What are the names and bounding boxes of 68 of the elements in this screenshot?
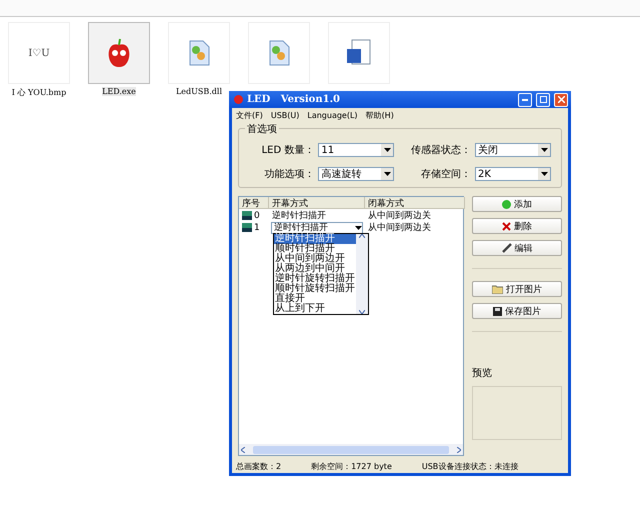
maximize-button[interactable] [536,92,550,106]
status-text: 剩余空间：1727 byte [311,460,392,472]
close-icon [558,96,564,103]
app-icon [234,95,243,104]
table-cell: 1 [239,222,269,232]
scroll-left-icon[interactable] [241,446,245,452]
field-label: LED 数量： [260,144,314,157]
caret-icon [355,226,362,230]
column-header[interactable]: 开幕方式 [269,197,365,209]
minimize-icon [522,98,528,100]
gear-file-icon [268,40,290,66]
file-thumbnail[interactable] [88,22,150,84]
close-icon [502,222,511,230]
floppy-icon [493,306,502,316]
menu-item[interactable]: 文件(F) [236,110,263,120]
status-text: USB设备连接状态：未连接 [422,460,518,472]
scroll-right-icon[interactable] [457,446,461,452]
column-header[interactable]: 闭幕方式 [365,197,465,209]
table-cell: 0 [239,210,269,220]
dropdown-option[interactable]: 逆时针旋转扫描开 [274,274,356,284]
vertical-scrollbar[interactable] [356,234,368,314]
file-thumbnail[interactable]: I♡U [8,22,70,84]
dropdown[interactable]: 11 [318,143,394,157]
caret-icon [384,172,391,176]
dropdown[interactable]: 关闭 [475,143,551,157]
field-label: 功能选项： [263,168,314,181]
thumbnail-text: I♡U [28,48,50,58]
group-title: 首选项 [245,122,279,136]
close-button[interactable] [554,92,568,106]
caret-icon [384,148,391,152]
plus-icon [502,200,511,208]
toolbar-button[interactable]: 编辑 [472,240,562,256]
preview-label: 预览 [472,367,493,380]
scroll-down-icon[interactable] [359,310,365,314]
toolbar-button[interactable]: 删除 [472,218,562,234]
file-name[interactable]: I 心 YOU.bmp [12,87,66,98]
dropdown[interactable]: 2K [475,167,551,181]
file-name[interactable]: LED.exe [102,87,136,96]
caret-icon [540,172,548,176]
window-title: LED Version1.0 [247,94,342,105]
menu-item[interactable]: Language(L) [307,110,358,120]
document-icon [346,39,372,67]
menu-item[interactable]: 帮助(H) [366,110,394,120]
toolbar-button[interactable]: 打开图片 [472,281,562,297]
table-cell-text: 从中间到两边关 [367,210,432,222]
file-name[interactable]: LedUSB.dll [176,87,222,96]
gear-file-icon [188,40,210,66]
scroll-up-icon[interactable] [359,234,365,238]
table-cell-text: 从中间到两边关 [367,222,432,234]
toolbar-button[interactable]: 添加 [472,196,562,212]
pencil-icon [502,243,512,253]
field-label: 存储空间： [420,168,471,181]
folder-icon [492,284,503,294]
status-text: 总画案数：2 [236,460,282,472]
field-label: 传感器状态： [410,144,471,157]
minimize-button[interactable] [518,92,532,106]
image-icon [242,211,252,220]
maximize-icon [540,96,546,103]
table-cell-text: 逆时针扫描开 [271,210,327,222]
column-header[interactable]: 序号 [239,197,269,209]
toolbar-button[interactable]: 保存图片 [472,303,562,319]
dropdown-option[interactable]: 逆时针扫描开 [274,234,356,244]
image-icon [242,223,252,232]
horizontal-scrollbar[interactable] [239,444,463,455]
menu-item[interactable]: USB(U) [270,110,300,120]
dropdown[interactable]: 高速旋转 [318,167,394,181]
caret-icon [540,148,548,152]
dropdown-option[interactable]: 顺时针旋转扫描开 [274,284,356,294]
